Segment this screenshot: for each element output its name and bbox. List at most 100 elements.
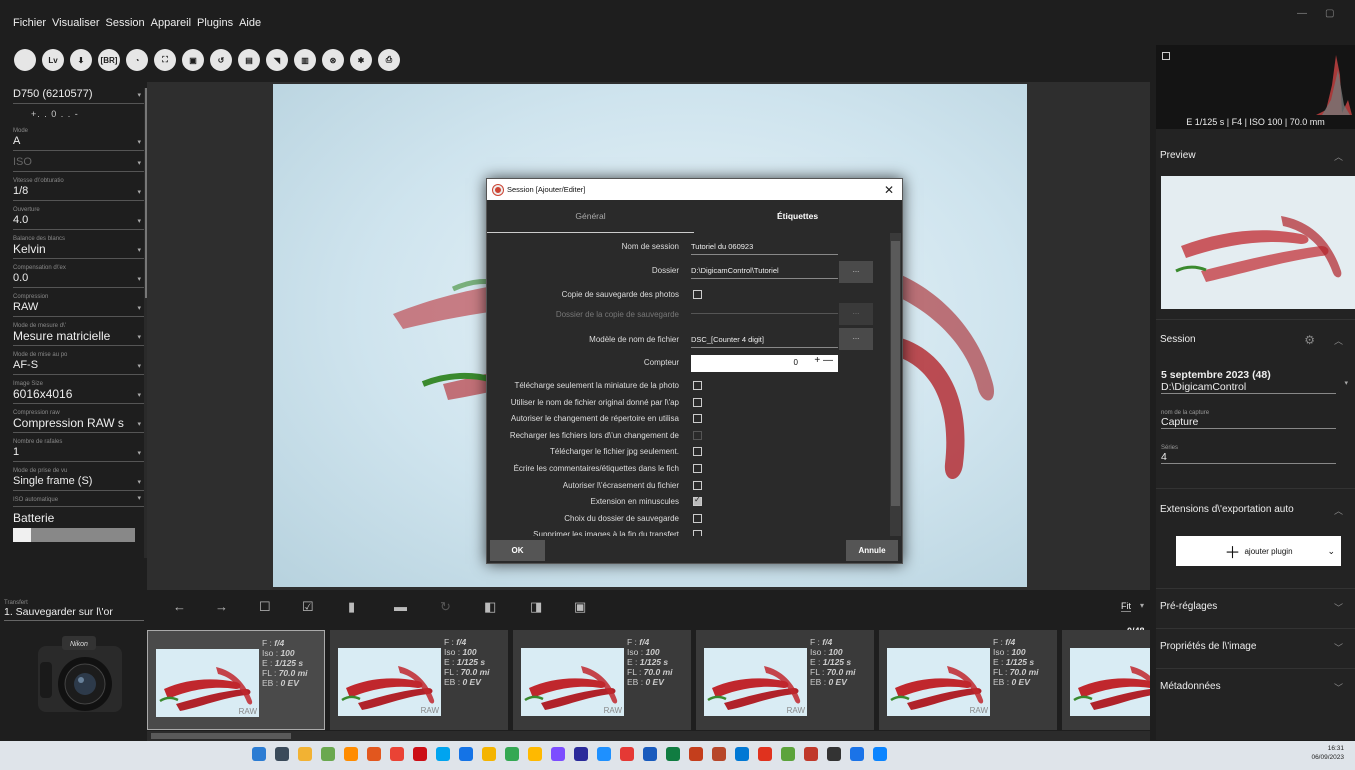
backup-folder-input[interactable] bbox=[691, 310, 838, 314]
menu-session[interactable]: Session bbox=[106, 17, 145, 29]
timelapse-icon[interactable]: ◔ bbox=[126, 49, 148, 71]
metadata-section[interactable]: Métadonnées ﹀ bbox=[1156, 668, 1355, 708]
menu-appareil[interactable]: Appareil bbox=[151, 17, 191, 29]
taskbar-app-icon[interactable] bbox=[321, 747, 335, 761]
back-arrow-icon[interactable]: ← bbox=[173, 599, 186, 614]
camera-field-select[interactable]: Mode de prise de vu Single frame (S) ▾ bbox=[13, 467, 145, 491]
print-icon[interactable]: ⎙ bbox=[378, 49, 400, 71]
cancel-button[interactable]: Annule bbox=[846, 540, 898, 561]
taskbar-app-icon[interactable] bbox=[827, 747, 841, 761]
folder-icon[interactable]: ▬ bbox=[394, 599, 407, 614]
thumbnail-card[interactable]: RAW F : f/4 Iso : 100 E : 1/125 s FL : 70.0 … bbox=[879, 630, 1057, 730]
dialog-scrollbar[interactable] bbox=[890, 233, 901, 536]
chevron-up-icon[interactable]: ︿ bbox=[1334, 504, 1343, 517]
session-name-input[interactable]: Tutoriel du 060923 bbox=[691, 242, 838, 255]
taskbar-app-icon[interactable] bbox=[643, 747, 657, 761]
download-icon[interactable]: ⬇ bbox=[70, 49, 92, 71]
backup-browse-button[interactable]: ... bbox=[839, 303, 873, 325]
series-field[interactable]: Séries 4 bbox=[1161, 445, 1336, 464]
backup-checkbox[interactable] bbox=[693, 290, 702, 299]
aperture-icon[interactable] bbox=[14, 49, 36, 71]
option-checkbox[interactable] bbox=[693, 513, 702, 523]
counter-stepper[interactable]: 0 + — bbox=[691, 355, 838, 372]
folder-input[interactable]: D:\DigicamControl\Tutoriel bbox=[691, 266, 838, 279]
image-props-section[interactable]: Propriétés de l\'image ﹀ bbox=[1156, 628, 1355, 668]
thumbnail-card[interactable]: RAW F : f/4 Iso : 100 E : 1/125 s FL : 70.0 … bbox=[330, 630, 508, 730]
barcode-icon[interactable]: ▥ bbox=[294, 49, 316, 71]
transfer-select[interactable]: Transfert 1. Sauvegarder sur l\'or bbox=[4, 600, 144, 621]
taskbar-app-icon[interactable] bbox=[574, 747, 588, 761]
close-icon[interactable]: ✕ bbox=[884, 183, 894, 197]
taskbar-app-icon[interactable] bbox=[597, 747, 611, 761]
webcast-icon[interactable]: ◥ bbox=[266, 49, 288, 71]
compare-icon[interactable]: ◧ bbox=[484, 599, 496, 615]
template-browse-button[interactable]: ... bbox=[839, 328, 873, 350]
option-checkbox[interactable] bbox=[693, 430, 702, 440]
tab-etiquettes[interactable]: Étiquettes bbox=[694, 200, 901, 233]
option-checkbox[interactable] bbox=[693, 414, 702, 424]
camera-field-select[interactable]: ISO automatique ▾ bbox=[13, 495, 145, 507]
taskbar-app-icon[interactable] bbox=[298, 747, 312, 761]
option-checkbox[interactable] bbox=[693, 480, 702, 490]
tab-general[interactable]: Général bbox=[487, 200, 694, 233]
thumbnail-card[interactable]: RAW F : f/4 Iso : 100 E : 1/125 s FL : 70.0 … bbox=[696, 630, 874, 730]
camera-field-select[interactable]: Ouverture 4.0 ▾ bbox=[13, 206, 145, 230]
taskbar-app-icon[interactable] bbox=[735, 747, 749, 761]
menu-plugins[interactable]: Plugins bbox=[197, 17, 233, 29]
taskbar-app-icon[interactable] bbox=[482, 747, 496, 761]
option-checkbox[interactable] bbox=[693, 464, 702, 473]
capture-name-field[interactable]: nom de la capture Capture bbox=[1161, 410, 1336, 429]
taskbar-app-icon[interactable] bbox=[528, 747, 542, 761]
history-icon[interactable]: ↺ bbox=[210, 49, 232, 71]
camera-field-select[interactable]: Balance des blancs Kelvin ▾ bbox=[13, 235, 145, 259]
network-icon[interactable]: ⊛ bbox=[322, 49, 344, 71]
taskbar-app-icon[interactable] bbox=[873, 747, 887, 761]
camera-field-select[interactable]: Nombre de rafales 1 ▾ bbox=[13, 438, 145, 462]
gallery-icon[interactable]: ▣ bbox=[182, 49, 204, 71]
option-checkbox[interactable] bbox=[693, 530, 702, 536]
taskbar-app-icon[interactable] bbox=[620, 747, 634, 761]
fit-select[interactable]: Fit bbox=[1121, 601, 1131, 612]
menu-aide[interactable]: Aide bbox=[239, 17, 261, 29]
forward-arrow-icon[interactable]: → bbox=[215, 599, 228, 614]
liveview-icon[interactable]: Lv bbox=[42, 49, 64, 71]
minimize-button[interactable]: — bbox=[1297, 8, 1307, 19]
strip-scrollbar[interactable] bbox=[147, 731, 1150, 741]
select-all-icon[interactable]: ☑ bbox=[302, 599, 314, 615]
thumbnail-card[interactable]: RAW F : f/4 Iso : 100 E : 1/125 s FL : 70.0 … bbox=[513, 630, 691, 730]
add-plugin-button[interactable]: ＋ ajouter plugin ⌄ bbox=[1176, 536, 1341, 566]
folder-browse-button[interactable]: ... bbox=[839, 261, 873, 283]
chevron-up-icon[interactable]: ︿ bbox=[1334, 150, 1343, 163]
camera-field-select[interactable]: Compression raw Compression RAW s ▾ bbox=[13, 409, 145, 433]
option-checkbox[interactable] bbox=[693, 447, 702, 457]
session-select[interactable]: 5 septembre 2023 (48) D:\DigicamControl … bbox=[1161, 369, 1348, 394]
rotate-icon[interactable]: ↻ bbox=[440, 599, 451, 615]
camera-select[interactable]: D750 (6210577) ▾ bbox=[13, 88, 145, 104]
taskbar-app-icon[interactable] bbox=[781, 747, 795, 761]
option-checkbox[interactable] bbox=[693, 495, 702, 507]
camera-field-select[interactable]: Mode A ▾ bbox=[13, 127, 145, 151]
camera-field-select[interactable]: Compensation d\'ex 0.0 ▾ bbox=[13, 264, 145, 288]
dialog-scrollbar-thumb[interactable] bbox=[891, 241, 900, 506]
chevron-up-icon[interactable]: ︿ bbox=[1334, 334, 1343, 347]
taskbar-app-icon[interactable] bbox=[344, 747, 358, 761]
focus-stack-icon[interactable]: ⛶ bbox=[154, 49, 176, 71]
taskbar-app-icon[interactable] bbox=[252, 747, 266, 761]
taskbar-app-icon[interactable] bbox=[390, 747, 404, 761]
camera-field-select[interactable]: Image Size 6016x4016 ▾ bbox=[13, 380, 145, 404]
menu-visualiser[interactable]: Visualiser bbox=[52, 17, 100, 29]
bluetooth-icon[interactable]: ✱ bbox=[350, 49, 372, 71]
menu-fichier[interactable]: Fichier bbox=[13, 17, 46, 29]
delete-icon[interactable]: ▮ bbox=[348, 599, 355, 615]
taskbar-app-icon[interactable] bbox=[850, 747, 864, 761]
taskbar-app-icon[interactable] bbox=[712, 747, 726, 761]
presets-section[interactable]: Pré-réglages ﹀ bbox=[1156, 588, 1355, 628]
taskbar-app-icon[interactable] bbox=[505, 747, 519, 761]
camera-field-select[interactable]: ISO ▾ bbox=[13, 156, 145, 172]
taskbar-app-icon[interactable] bbox=[804, 747, 818, 761]
taskbar-app-icon[interactable] bbox=[551, 747, 565, 761]
thumbnail-card[interactable]: RA bbox=[1062, 630, 1150, 730]
taskbar-app-icon[interactable] bbox=[367, 747, 381, 761]
taskbar-app-icon[interactable] bbox=[275, 747, 289, 761]
filename-template-input[interactable]: DSC_[Counter 4 digit] bbox=[691, 335, 838, 348]
